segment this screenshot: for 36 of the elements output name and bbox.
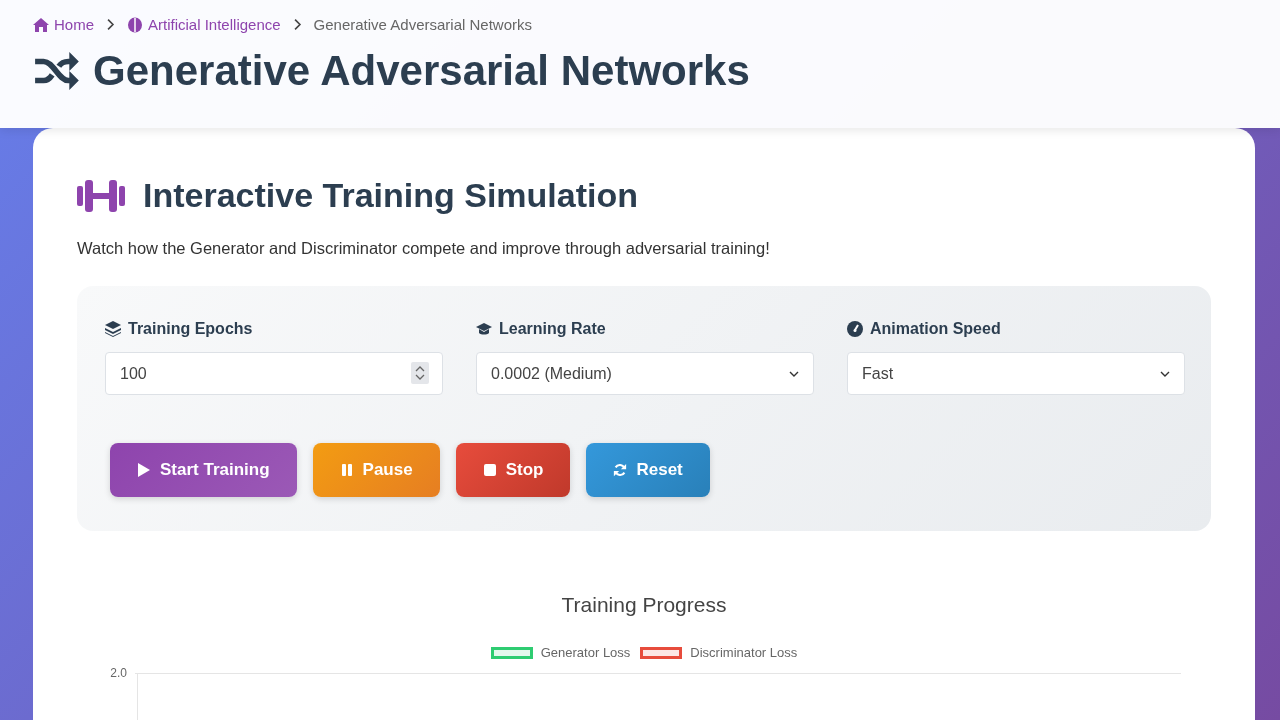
legend-swatch[interactable] xyxy=(490,646,533,659)
caret-icon xyxy=(789,370,799,377)
field-label: Training Epochs xyxy=(128,320,253,338)
reset-button[interactable]: Reset xyxy=(586,443,710,497)
breadcrumb-current: Generative Adversarial Networks xyxy=(313,16,532,33)
y-tick-label: 2.0 xyxy=(109,666,127,680)
breadcrumb-link[interactable]: Artificial Intelligence xyxy=(127,16,281,33)
spinner-icon[interactable] xyxy=(411,362,429,384)
legend-label[interactable]: Discriminator Loss xyxy=(690,645,798,660)
chevron-icon xyxy=(106,18,115,31)
home-icon[interactable] xyxy=(33,16,49,33)
field-label: Learning Rate xyxy=(499,320,606,338)
epochs-input[interactable]: 100 xyxy=(105,352,443,395)
dropdown-select[interactable]: Fast xyxy=(847,352,1185,395)
section-title: Interactive Training Simulation xyxy=(143,176,638,215)
breadcrumb-link[interactable]: Home xyxy=(33,16,94,33)
gauge-icon xyxy=(847,321,863,337)
dumbbell-icon xyxy=(77,177,125,214)
caret-icon xyxy=(1160,370,1170,377)
play-icon xyxy=(137,462,151,478)
shuffle-icon xyxy=(33,52,79,90)
refresh-icon xyxy=(613,462,628,478)
graduation-cap-icon xyxy=(476,321,492,337)
stop-icon xyxy=(482,462,497,478)
section-description: Watch how the Generator and Discriminator compete and improve through adversarial training! xyxy=(77,239,771,258)
pause-icon xyxy=(339,462,354,478)
legend-label[interactable]: Generator Loss xyxy=(540,645,631,660)
legend-swatch[interactable] xyxy=(640,646,683,659)
dropdown-select[interactable]: 0.0002 (Medium) xyxy=(476,352,814,395)
chart-title: Training Progress xyxy=(560,593,728,617)
chevron-icon xyxy=(292,18,302,31)
page-title: Generative Adversarial Networks xyxy=(93,47,750,95)
start-button[interactable]: Start Training xyxy=(110,443,297,497)
stop-button[interactable]: Stop xyxy=(455,443,571,497)
field-label: Animation Speed xyxy=(870,320,1001,338)
layers-icon xyxy=(105,321,121,337)
